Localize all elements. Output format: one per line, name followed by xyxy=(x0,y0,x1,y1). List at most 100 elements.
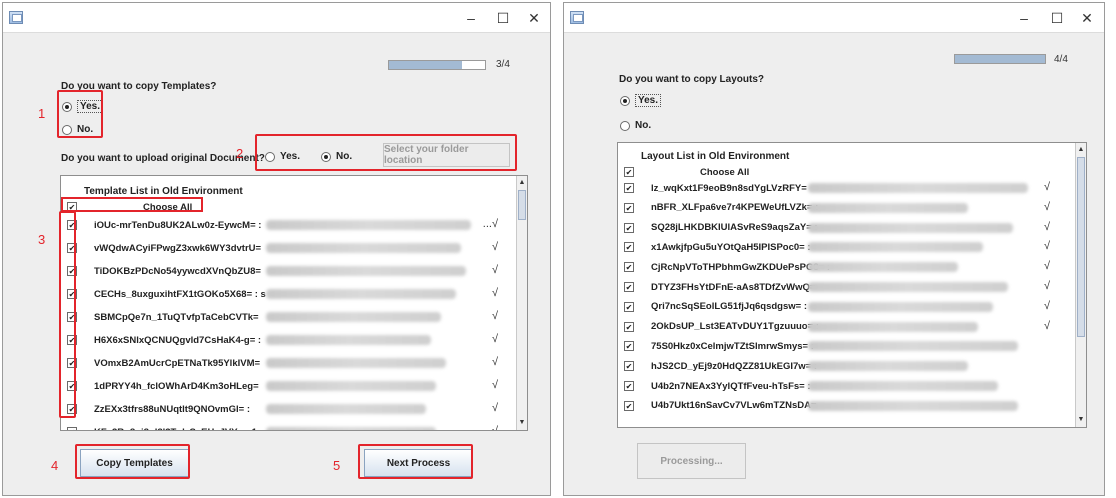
list-item[interactable]: CECHs_8uxguxihtFX1tGOKo5X68= : s √ xyxy=(61,285,516,303)
item-key: hJS2CD_yEj9z0HdQZZ81UkEGI7w= : xyxy=(651,360,818,372)
copied-check-icon: √ xyxy=(491,287,498,299)
item-checkbox[interactable] xyxy=(624,222,634,233)
copied-check-icon: √ xyxy=(1043,280,1050,292)
screenshot-stage: – ☐ ✕ 3/4 Do you want to copy Templates?… xyxy=(0,0,1116,498)
item-checkbox[interactable] xyxy=(624,321,634,332)
item-key: 1dPRYY4h_fclOWhArD4Km3oHLeg= xyxy=(94,380,259,392)
copied-check-icon: ...√ xyxy=(482,218,498,230)
scroll-thumb[interactable] xyxy=(518,190,526,220)
copied-check-icon: √ xyxy=(1043,181,1050,193)
list-item[interactable]: 75S0Hkz0xCelmjwTZtSlmrwSmys= : xyxy=(618,337,1075,355)
maximize-button[interactable]: ☐ xyxy=(1040,3,1074,33)
close-button[interactable]: ✕ xyxy=(1070,3,1104,33)
list-item[interactable]: SQ28jLHKDBKIUlASvReS9aqsZaY= : √ xyxy=(618,219,1075,237)
list-item[interactable]: H6X6xSNlxQCNUQgvld7CsHaK4-g= : √ xyxy=(61,331,516,349)
annotation-box-upload-options xyxy=(255,134,517,171)
template-list-title: Template List in Old Environment xyxy=(84,186,243,197)
redacted-value xyxy=(808,400,1018,411)
title-bar: – ☐ ✕ xyxy=(3,3,550,33)
redacted-value xyxy=(266,220,471,230)
item-key: iOUc-mrTenDu8UK2ALw0z-EywcM= : xyxy=(94,219,262,231)
choose-all-checkbox[interactable] xyxy=(624,167,634,177)
item-key: SBMCpQe7n_1TuQTvfpTaCebCVTk= xyxy=(94,311,259,323)
list-item[interactable]: hJS2CD_yEj9z0HdQZZ81UkEGI7w= : xyxy=(618,357,1075,375)
list-item[interactable]: TiDOKBzPDcNo54yywcdXVnQbZU8= √ xyxy=(61,262,516,280)
copied-check-icon: √ xyxy=(1043,260,1050,273)
java-app-icon xyxy=(9,11,23,24)
item-checkbox[interactable] xyxy=(67,427,77,430)
list-item[interactable]: nBFR_XLFpa6ve7r4KPEWeUfLVZk= : √ xyxy=(618,199,1075,217)
item-key: ZzEXx3tfrs88uNUqtlt9QNOvmGl= : xyxy=(94,403,250,415)
annotation-number: 4 xyxy=(51,458,59,473)
radio-selected-icon xyxy=(620,95,630,106)
scroll-up-arrow[interactable]: ▲ xyxy=(1076,145,1086,155)
item-key: lz_wqKxt1F9eoB9n8sdYgLVzRFY= xyxy=(651,182,807,194)
title-bar: – ☐ ✕ xyxy=(564,3,1104,33)
minimize-button[interactable]: – xyxy=(454,3,488,33)
list-item[interactable]: SBMCpQe7n_1TuQTvfpTaCebCVTk= √ xyxy=(61,308,516,326)
redacted-value xyxy=(808,341,1018,352)
radio-label: Yes. xyxy=(635,94,662,107)
list-item[interactable]: CjRcNpVToTHPbhmGwZKDUePsPG8= : √ xyxy=(618,258,1075,276)
radio-unselected-icon xyxy=(620,120,630,131)
list-item[interactable]: 1dPRYY4h_fclOWhArD4Km3oHLeg= √ xyxy=(61,377,516,395)
scroll-down-arrow[interactable]: ▼ xyxy=(1076,415,1086,425)
copied-check-icon: √ xyxy=(491,241,498,253)
copied-check-icon: √ xyxy=(491,333,498,345)
progress-fill xyxy=(389,61,462,69)
layouts-no-radio[interactable]: No. xyxy=(620,120,651,131)
minimize-button[interactable]: – xyxy=(1007,3,1041,33)
annotation-box-copy-button xyxy=(75,444,190,479)
list-item[interactable]: U4b7Ukt16nSavCv7VLw6mTZNsDA= xyxy=(618,397,1075,415)
template-list-panel: Template List in Old Environment Choose … xyxy=(60,175,528,431)
progress-fill xyxy=(955,55,1045,63)
progress-label: 3/4 xyxy=(496,59,510,70)
redacted-value xyxy=(266,335,431,345)
list-item[interactable]: vWQdwACyiFPwgZ3xwk6WY3dvtrU= √ xyxy=(61,239,516,257)
layouts-yes-radio[interactable]: Yes. xyxy=(620,94,662,107)
annotation-number: 1 xyxy=(38,106,46,121)
item-checkbox[interactable] xyxy=(624,183,634,193)
list-item[interactable]: VOmxB2AmUcrCpETNaTk95YlkIVM= √ xyxy=(61,354,516,372)
list-item[interactable]: KFc3Ro8nj8ul8l3TnlzSyEH_JVY= : 1 √ xyxy=(61,423,516,430)
item-checkbox[interactable] xyxy=(624,400,634,411)
list-item[interactable]: U4b2n7NEAx3YylQTfFveu-hTsFs= : xyxy=(618,377,1075,395)
step-progress-bar xyxy=(388,60,486,70)
processing-button[interactable]: Processing... xyxy=(637,443,746,479)
scroll-down-arrow[interactable]: ▼ xyxy=(517,418,527,428)
item-checkbox[interactable] xyxy=(624,282,634,292)
item-key: H6X6xSNlxQCNUQgvld7CsHaK4-g= : xyxy=(94,334,262,346)
item-checkbox[interactable] xyxy=(624,361,634,372)
template-list-scrollbar[interactable]: ▲ ▼ xyxy=(516,176,527,430)
java-app-icon xyxy=(570,11,584,24)
scroll-thumb[interactable] xyxy=(1077,157,1085,337)
item-checkbox[interactable] xyxy=(624,242,634,253)
upload-document-question: Do you want to upload original Document? xyxy=(61,153,265,164)
redacted-value xyxy=(266,289,456,299)
list-item[interactable]: lz_wqKxt1F9eoB9n8sdYgLVzRFY= √ xyxy=(618,179,1075,197)
maximize-button[interactable]: ☐ xyxy=(486,3,520,33)
item-key: 2OkDsUP_Lst3EATvDUY1Tgzuuuo= : xyxy=(651,321,819,333)
list-item[interactable]: 2OkDsUP_Lst3EATvDUY1Tgzuuuo= : √ xyxy=(618,318,1075,336)
copied-check-icon: √ xyxy=(491,310,498,322)
layout-list-scrollbar[interactable]: ▲ ▼ xyxy=(1075,143,1086,427)
list-item[interactable]: Qri7ncSqSEolLG51fjJq6qsdgsw= : √ xyxy=(618,298,1075,316)
item-key: x1AwkjfpGu5uYOtQaH5IPISPoc0= : xyxy=(651,241,811,253)
list-item[interactable]: ZzEXx3tfrs88uNUqtlt9QNOvmGl= : √ xyxy=(61,400,516,418)
list-item[interactable]: DTYZ3FHsYtDFnE-aAs8TDfZvWwQ= √ xyxy=(618,278,1075,296)
annotation-box-choose-all xyxy=(61,197,203,212)
scroll-up-arrow[interactable]: ▲ xyxy=(517,178,527,188)
close-button[interactable]: ✕ xyxy=(517,3,550,33)
list-item[interactable]: x1AwkjfpGu5uYOtQaH5IPISPoc0= : √ xyxy=(618,238,1075,256)
copied-check-icon: √ xyxy=(1043,299,1050,312)
item-checkbox[interactable] xyxy=(624,341,634,352)
redacted-value xyxy=(266,243,461,253)
list-item[interactable]: iOUc-mrTenDu8UK2ALw0z-EywcM= : ...√ xyxy=(61,216,516,234)
item-key: VOmxB2AmUcrCpETNaTk95YlkIVM= xyxy=(94,357,261,369)
item-checkbox[interactable] xyxy=(624,301,634,312)
item-checkbox[interactable] xyxy=(624,381,634,391)
item-checkbox[interactable] xyxy=(624,202,634,213)
copied-check-icon: √ xyxy=(491,264,498,276)
redacted-value xyxy=(808,361,968,372)
item-checkbox[interactable] xyxy=(624,262,634,273)
